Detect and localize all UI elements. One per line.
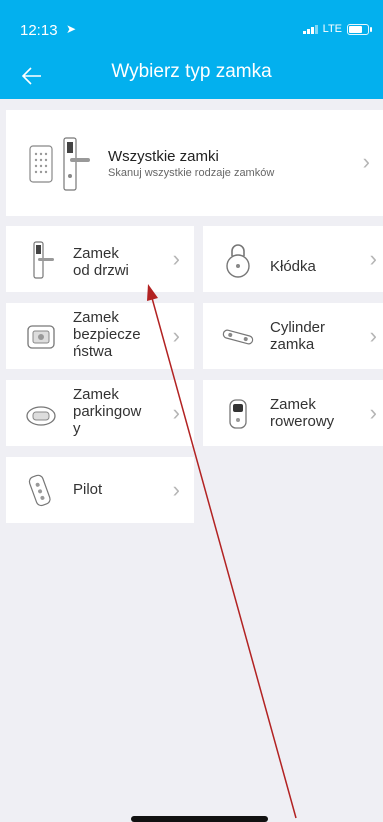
chevron-right-icon: › <box>172 246 180 271</box>
tile-label: Zamek parkingow y <box>73 386 142 437</box>
padlock-icon <box>226 244 250 278</box>
tile-remote[interactable]: Pilot › <box>6 457 194 523</box>
battery-icon <box>347 23 372 35</box>
all-locks-card[interactable]: Wszystkie zamki Skanuj wszystkie rodzaje… <box>6 110 383 216</box>
page-title: Wybierz typ zamka <box>111 61 272 82</box>
all-locks-subtitle: Skanuj wszystkie rodzaje zamków <box>108 167 275 179</box>
tile-door-lock[interactable]: Zamek od drzwi › <box>6 226 194 292</box>
chevron-right-icon: › <box>172 400 180 425</box>
tile-label: Zamek bezpiecze ństwa <box>73 309 141 360</box>
tile-label: Zamek rowerowy <box>270 396 335 430</box>
chevron-right-icon: › <box>172 477 180 502</box>
parking-lock-icon <box>26 406 56 426</box>
tile-safe-lock[interactable]: Zamek bezpiecze ństwa › <box>6 303 194 369</box>
tile-bike-lock[interactable]: Zamek rowerowy › <box>203 380 383 446</box>
chevron-right-icon: › <box>172 323 180 348</box>
tile-cylinder[interactable]: Cylinder zamka › <box>203 303 383 369</box>
app-header: 12:13 ➤ LTE Wybierz typ zamka <box>0 0 383 99</box>
home-indicator <box>131 816 268 822</box>
signal-icon <box>302 24 318 34</box>
tile-label: Zamek od drzwi <box>73 245 129 279</box>
tile-padlock[interactable]: Kłódka › <box>203 226 383 292</box>
network-label: LTE <box>322 23 342 35</box>
tile-parking-lock[interactable]: Zamek parkingow y › <box>6 380 194 446</box>
tile-label: Pilot <box>73 481 103 498</box>
keypad-door-lock-icon <box>29 137 90 191</box>
safe-lock-icon <box>27 325 55 349</box>
status-right: LTE <box>302 23 372 35</box>
bike-lock-icon <box>229 399 247 429</box>
door-lock-icon <box>33 241 54 279</box>
tile-label: Cylinder zamka <box>270 319 326 353</box>
chevron-right-icon: › <box>369 400 377 425</box>
chevron-right-icon: › <box>369 246 377 271</box>
chevron-right-icon: › <box>369 323 377 348</box>
all-locks-title: Wszystkie zamki <box>108 148 219 165</box>
cylinder-lock-icon <box>222 329 254 345</box>
location-arrow-icon: ➤ <box>66 22 77 36</box>
remote-control-icon <box>28 474 51 507</box>
chevron-right-icon: › <box>362 149 370 174</box>
status-bar: 12:13 ➤ LTE <box>0 0 383 40</box>
tile-label: Kłódka <box>270 258 316 275</box>
status-time: 12:13 <box>20 22 58 39</box>
